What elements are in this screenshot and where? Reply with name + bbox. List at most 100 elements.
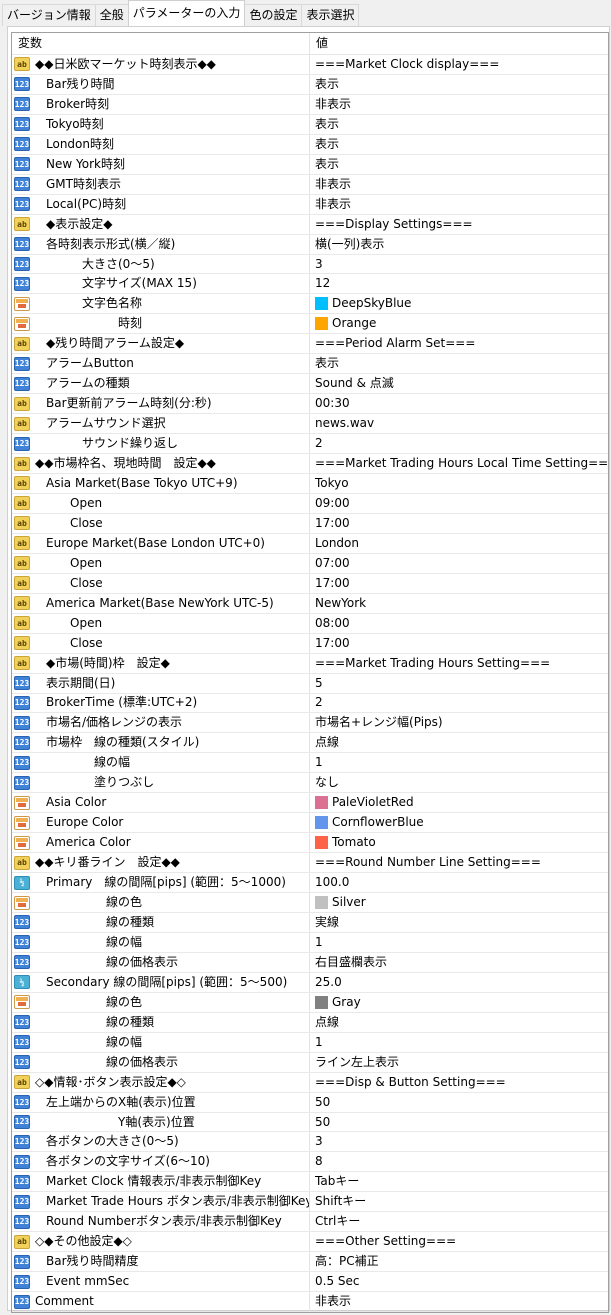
table-row[interactable]: ab Bar更新前アラーム時刻(分:秒) 00:30 [12, 394, 608, 415]
value-cell[interactable]: 点線 [310, 733, 608, 752]
table-row[interactable]: 線の色 Gray [12, 992, 608, 1013]
value-cell[interactable]: Tabキー [310, 1172, 608, 1191]
table-row[interactable]: ab Europe Market(Base London UTC+0) London [12, 533, 608, 554]
value-cell[interactable]: Gray [310, 993, 608, 1012]
value-cell[interactable]: なし [310, 773, 608, 792]
table-row[interactable]: 123 Event mmSec 0.5 Sec [12, 1272, 608, 1293]
tab-3[interactable]: 色の設定 [244, 4, 303, 26]
table-row[interactable]: ab Open 09:00 [12, 493, 608, 514]
table-row[interactable]: ab Open 07:00 [12, 553, 608, 574]
value-cell[interactable]: 横(一列)表示 [310, 235, 608, 254]
table-row[interactable]: 123 各時刻表示形式(横／縦) 横(一列)表示 [12, 234, 608, 255]
table-row[interactable]: 123 GMT時刻表示 非表示 [12, 174, 608, 195]
table-row[interactable]: 123 London時刻 表示 [12, 134, 608, 155]
table-row[interactable]: 123 Y軸(表示)位置 50 [12, 1112, 608, 1133]
value-cell[interactable]: ライン左上表示 [310, 1053, 608, 1072]
table-row[interactable]: ab Open 08:00 [12, 613, 608, 634]
value-cell[interactable]: 3 [310, 1132, 608, 1151]
table-row[interactable]: 123 線の幅 1 [12, 932, 608, 953]
value-cell[interactable]: Tokyo [310, 474, 608, 493]
value-cell[interactable]: 1 [310, 1033, 608, 1052]
value-cell[interactable]: 表示 [310, 155, 608, 174]
value-cell[interactable]: 高：PC補正 [310, 1252, 608, 1271]
table-row[interactable]: ab Asia Market(Base Tokyo UTC+9) Tokyo [12, 474, 608, 494]
value-cell[interactable]: 1 [310, 753, 608, 772]
value-cell[interactable]: 8 [310, 1152, 608, 1171]
value-cell[interactable]: news.wav [310, 414, 608, 433]
table-row[interactable]: ab ◆表示設定◆ ===Display Settings=== [12, 214, 608, 235]
value-cell[interactable]: 50 [310, 1113, 608, 1132]
value-cell[interactable]: Ctrlキー [310, 1212, 608, 1231]
table-row[interactable]: 123 サウンド繰り返し 2 [12, 434, 608, 455]
table-row[interactable]: 123 各ボタンの文字サイズ(6～10) 8 [12, 1152, 608, 1173]
value-cell[interactable]: 12 [310, 274, 608, 293]
value-cell[interactable]: 2 [310, 434, 608, 453]
value-cell[interactable]: ===Period Alarm Set=== [310, 334, 608, 353]
table-row[interactable]: America Color Tomato [12, 833, 608, 854]
table-row[interactable]: 123 線の種類 点線 [12, 1012, 608, 1033]
table-row[interactable]: ab ◆市場(時間)枠 設定◆ ===Market Trading Hours Se… [12, 653, 608, 674]
table-row[interactable]: 123 Local(PC)時刻 非表示 [12, 194, 608, 215]
column-header-value[interactable]: 値 [310, 33, 608, 54]
value-cell[interactable]: ===Display Settings=== [310, 215, 608, 234]
value-cell[interactable]: 表示 [310, 135, 608, 154]
table-row[interactable]: 123 左上端からのX軸(表示)位置 50 [12, 1092, 608, 1113]
table-row[interactable]: Europe Color CornflowerBlue [12, 813, 608, 834]
table-row[interactable]: 123 Comment 非表示 [12, 1292, 608, 1313]
table-row[interactable]: ab Close 17:00 [12, 513, 608, 534]
table-row[interactable]: 123 大きさ(0～5) 3 [12, 254, 608, 275]
value-cell[interactable]: 非表示 [310, 175, 608, 194]
value-cell[interactable]: 市場名+レンジ幅(Pips) [310, 713, 608, 732]
table-row[interactable]: 123 塗りつぶし なし [12, 773, 608, 794]
value-cell[interactable]: 0.5 Sec [310, 1272, 608, 1291]
table-row[interactable]: 123 Tokyo時刻 表示 [12, 114, 608, 135]
value-cell[interactable]: 5 [310, 674, 608, 693]
value-cell[interactable]: 09:00 [310, 494, 608, 513]
value-cell[interactable]: CornflowerBlue [310, 813, 608, 832]
value-cell[interactable]: 3 [310, 255, 608, 274]
value-cell[interactable]: ===Market Clock display=== [310, 55, 608, 74]
tab-4[interactable]: 表示選択 [301, 4, 360, 26]
table-row[interactable]: 123 Market Trade Hours ボタン表示/非表示制御Key Shif… [12, 1192, 608, 1213]
tab-2[interactable]: パラメーターの入力 [127, 0, 246, 26]
table-row[interactable]: 123 線の種類 実線 [12, 912, 608, 933]
table-row[interactable]: ab アラームサウンド選択 news.wav [12, 414, 608, 435]
value-cell[interactable]: Sound & 点滅 [310, 374, 608, 393]
value-cell[interactable]: 17:00 [310, 634, 608, 653]
column-header-variable[interactable]: 変数 [12, 33, 310, 54]
table-row[interactable]: 123 Broker時刻 非表示 [12, 94, 608, 115]
table-row[interactable]: 123 アラームButton 表示 [12, 354, 608, 375]
table-row[interactable]: ab America Market(Base NewYork UTC-5) NewY… [12, 593, 608, 614]
table-row[interactable]: Asia Color PaleVioletRed [12, 793, 608, 814]
table-row[interactable]: ½ Primary 線の間隔[pips] (範囲：5～1000) 100.0 [12, 873, 608, 894]
value-cell[interactable]: 08:00 [310, 614, 608, 633]
table-row[interactable]: ½ Secondary 線の間隔[pips] (範囲：5～500) 25.0 [12, 972, 608, 993]
table-row[interactable]: 123 市場枠 線の種類(スタイル) 点線 [12, 733, 608, 754]
table-row[interactable]: 123 Round Numberボタン表示/非表示制御Key Ctrlキー [12, 1212, 608, 1233]
value-cell[interactable]: 非表示 [310, 95, 608, 114]
value-cell[interactable]: 非表示 [310, 195, 608, 214]
value-cell[interactable]: Orange [310, 314, 608, 333]
value-cell[interactable]: 表示 [310, 115, 608, 134]
table-row[interactable]: 線の色 Silver [12, 893, 608, 913]
value-cell[interactable]: ===Disp & Button Setting=== [310, 1073, 608, 1092]
value-cell[interactable]: 右目盛欄表示 [310, 953, 608, 972]
value-cell[interactable]: Shiftキー [310, 1192, 608, 1211]
value-cell[interactable]: 17:00 [310, 514, 608, 533]
value-cell[interactable]: 2 [310, 694, 608, 713]
value-cell[interactable]: 表示 [310, 75, 608, 94]
table-row[interactable]: ab ◇◆情報･ボタン表示設定◆◇ ===Disp & Button Setting… [12, 1072, 608, 1093]
value-cell[interactable]: 表示 [310, 354, 608, 373]
value-cell[interactable]: ===Market Trading Hours Setting=== [310, 654, 608, 673]
table-row[interactable]: 123 New York時刻 表示 [12, 154, 608, 175]
table-row[interactable]: ab ◆◆市場枠名、現地時間 設定◆◆ ===Market Trading Hour… [12, 454, 608, 475]
table-row[interactable]: 123 文字サイズ(MAX 15) 12 [12, 274, 608, 295]
table-row[interactable]: 123 市場名/価格レンジの表示 市場名+レンジ幅(Pips) [12, 713, 608, 734]
table-row[interactable]: 123 Bar残り時間精度 高：PC補正 [12, 1252, 608, 1273]
value-cell[interactable]: Silver [310, 893, 608, 912]
table-row[interactable]: 123 Bar残り時間 表示 [12, 74, 608, 95]
value-cell[interactable]: 1 [310, 933, 608, 952]
value-cell[interactable]: 25.0 [310, 973, 608, 992]
table-row[interactable]: ab Close 17:00 [12, 573, 608, 594]
table-row[interactable]: ab ◆残り時間アラーム設定◆ ===Period Alarm Set=== [12, 334, 608, 355]
